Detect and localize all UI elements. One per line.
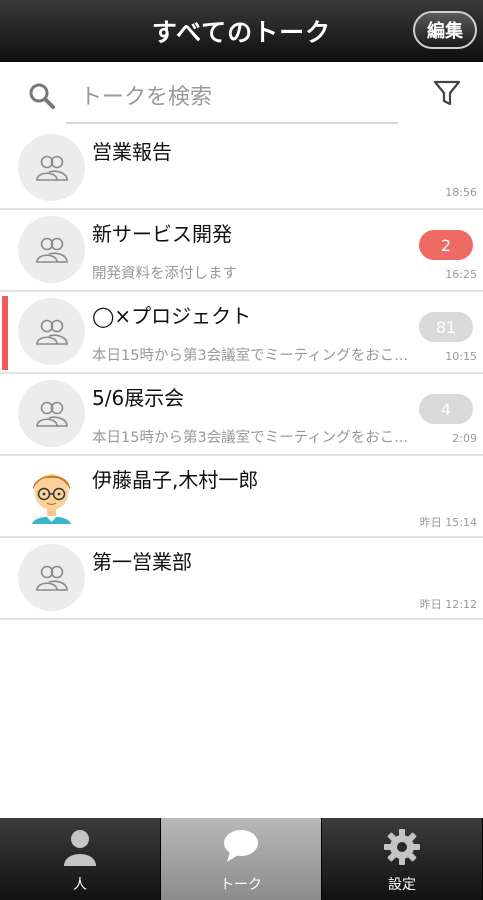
- bottom-tab-bar: 人 トーク 設定: [0, 818, 483, 900]
- talk-time: 16:25: [445, 268, 477, 281]
- talk-row[interactable]: ◯×プロジェクト 本日15時から第3会議室でミーティングをおこ... 10:15…: [0, 292, 483, 374]
- person-icon: [64, 830, 96, 866]
- talk-row[interactable]: 第一営業部 昨日 12:12: [0, 538, 483, 620]
- talk-time: 2:09: [452, 432, 477, 445]
- talk-time: 昨日 15:14: [419, 516, 477, 529]
- unread-badge: 81: [419, 312, 473, 342]
- page-title: すべてのトーク: [151, 18, 332, 47]
- talk-row[interactable]: 新サービス開発 開発資料を添付します 16:25 2: [0, 210, 483, 292]
- search-icon[interactable]: [28, 82, 56, 110]
- talk-time: 10:15: [445, 350, 477, 363]
- group-avatar-icon: [18, 134, 85, 201]
- talk-name: 伊藤晶子,木村一郎: [92, 468, 259, 492]
- unread-badge: 4: [419, 394, 473, 424]
- talk-row[interactable]: 営業報告 18:56: [0, 128, 483, 210]
- tab-talk[interactable]: トーク: [161, 818, 322, 900]
- talk-row[interactable]: 5/6展示会 本日15時から第3会議室でミーティングをおこ... 2:09 4: [0, 374, 483, 456]
- search-input[interactable]: [66, 72, 398, 124]
- talk-name: 新サービス開発: [92, 222, 232, 246]
- talk-name: 第一営業部: [92, 550, 192, 574]
- talk-name: ◯×プロジェクト: [92, 304, 252, 328]
- person-avatar-icon: [18, 462, 85, 529]
- talk-row[interactable]: 伊藤晶子,木村一郎 昨日 15:14: [0, 456, 483, 538]
- talk-time: 昨日 12:12: [419, 598, 477, 611]
- tab-people[interactable]: 人: [0, 818, 161, 900]
- tab-label: 設定: [388, 877, 416, 893]
- talk-name: 5/6展示会: [92, 386, 185, 410]
- tab-label: 人: [73, 877, 87, 893]
- talk-time: 18:56: [445, 186, 477, 199]
- search-bar: [0, 62, 483, 128]
- chat-bubble-icon: [224, 830, 258, 862]
- group-avatar-icon: [18, 216, 85, 283]
- edit-button[interactable]: 編集: [413, 11, 477, 49]
- tab-settings[interactable]: 設定: [322, 818, 483, 900]
- talk-preview: 本日15時から第3会議室でミーティングをおこ...: [92, 348, 409, 364]
- talk-name: 営業報告: [92, 140, 172, 164]
- talk-preview: 本日15時から第3会議室でミーティングをおこ...: [92, 430, 409, 446]
- gear-icon: [384, 829, 420, 865]
- filter-icon[interactable]: [432, 78, 462, 108]
- talk-preview: 開発資料を添付します: [92, 266, 237, 282]
- tab-label: トーク: [220, 877, 262, 893]
- group-avatar-icon: [18, 380, 85, 447]
- unread-badge: 2: [419, 230, 473, 260]
- talk-list: 営業報告 18:56 新サービス開発 開発資料を添付します 16:25 2 ◯×…: [0, 128, 483, 620]
- group-avatar-icon: [18, 544, 85, 611]
- header-bar: すべてのトーク 編集: [0, 0, 483, 62]
- group-avatar-icon: [18, 298, 85, 365]
